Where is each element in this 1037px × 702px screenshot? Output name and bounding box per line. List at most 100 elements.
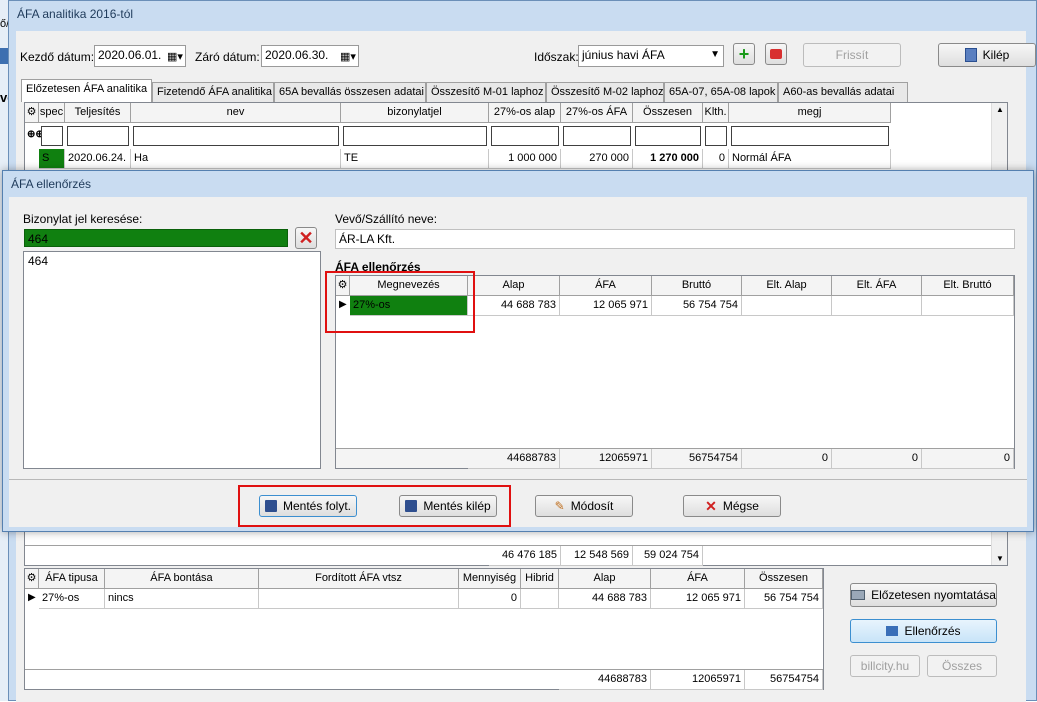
scroll-up-icon[interactable]: ▲: [996, 105, 1004, 114]
total-vat: 12065971: [651, 670, 745, 690]
close-icon: ✕: [298, 228, 314, 248]
total-gross: 56754754: [652, 449, 742, 469]
search-input[interactable]: 464: [24, 229, 288, 247]
billcity-button[interactable]: billcity.hu: [850, 655, 920, 677]
total-diff-vat: 0: [832, 449, 922, 469]
close-icon: ✕: [705, 498, 717, 514]
list-item[interactable]: 464: [28, 254, 48, 268]
cell-total: 1 270 000: [633, 149, 703, 169]
filter-note[interactable]: [731, 126, 889, 146]
col-header-total[interactable]: Összesen: [633, 103, 703, 123]
table-row[interactable]: ▶ 27%-os nincs 0 44 688 783 12 065 971 5…: [25, 589, 823, 609]
refresh-button[interactable]: Frissít: [803, 43, 901, 67]
col-header-hybrid[interactable]: Hibrid: [521, 569, 559, 589]
scroll-down-icon[interactable]: ▼: [996, 554, 1004, 563]
calendar-icon[interactable]: ▦▾: [340, 48, 356, 64]
filter-date[interactable]: [67, 126, 129, 146]
grid-corner-icon[interactable]: ⚙: [25, 103, 39, 123]
tab-input-vat[interactable]: Előzetesen ÁFA analitika: [21, 79, 152, 102]
col-header-gross[interactable]: Bruttó: [652, 276, 742, 296]
end-date-field[interactable]: 2020.06.30. ▦▾: [261, 45, 359, 67]
modify-button[interactable]: ✎ Módosít: [535, 495, 633, 517]
tab-65a-totals[interactable]: 65A bevallás összesen adatai: [274, 82, 426, 102]
window-title: ÁFA analitika 2016-tól: [17, 7, 134, 21]
filter-name[interactable]: [133, 126, 339, 146]
all-button[interactable]: Összes: [927, 655, 997, 677]
check-button[interactable]: Ellenőrzés: [850, 619, 997, 643]
grid-totals-row: 44688783 12065971 56754754 0 0 0: [336, 448, 1014, 469]
dialog-title: ÁFA ellenőrzés: [11, 177, 92, 191]
remove-period-button[interactable]: [765, 43, 787, 65]
period-select[interactable]: június havi ÁFA ▼: [578, 45, 724, 67]
col-header-note[interactable]: megj: [729, 103, 891, 123]
partner-field[interactable]: ÁR-LA Kft.: [335, 229, 1015, 249]
col-header-quantity[interactable]: Mennyiség: [459, 569, 521, 589]
total-diff-base: 0: [742, 449, 832, 469]
col-header-vat[interactable]: ÁFA: [560, 276, 652, 296]
col-header-date[interactable]: Teljesítés: [65, 103, 131, 123]
cell-diff-gross: [922, 296, 1014, 316]
cancel-button[interactable]: ✕ Mégse: [683, 495, 781, 517]
table-row[interactable]: S 2020.06.24. Ha TE 1 000 000 270 000 1 …: [25, 149, 891, 169]
filter-total[interactable]: [635, 126, 701, 146]
table-icon: [886, 626, 899, 636]
tab-m01[interactable]: Összesítő M-01 laphoz: [426, 82, 546, 102]
col-header-klth[interactable]: Klth.: [703, 103, 729, 123]
col-header-vat[interactable]: 27%-os ÁFA: [561, 103, 633, 123]
cell-klth: 0: [703, 149, 729, 169]
total-base: 44688783: [468, 449, 560, 469]
col-header-total[interactable]: Összesen: [745, 569, 823, 589]
col-header-vat[interactable]: ÁFA: [651, 569, 745, 589]
tab-output-vat[interactable]: Fizetendő ÁFA analitika: [152, 82, 274, 102]
clear-search-button[interactable]: ✕: [295, 227, 317, 249]
grid-corner-icon[interactable]: ⚙: [25, 569, 39, 589]
chevron-down-icon[interactable]: ▼: [710, 46, 720, 64]
tab-65a07[interactable]: 65A-07, 65A-08 lapok: [664, 82, 778, 102]
print-label: Előzetesen nyomtatása: [871, 588, 996, 602]
add-period-button[interactable]: +: [733, 43, 755, 65]
tab-a60[interactable]: A60-as bevallás adatai: [778, 82, 908, 102]
period-label: Időszak:: [534, 50, 579, 64]
search-results-list[interactable]: 464: [23, 251, 321, 469]
col-header-base[interactable]: 27%-os alap: [489, 103, 561, 123]
col-header-diff-vat[interactable]: Elt. ÁFA: [832, 276, 922, 296]
dialog-client: Bizonylat jel keresése: 464 ✕ 464 Vevő/S…: [9, 197, 1027, 527]
partner-label: Vevő/Szállító neve:: [335, 212, 438, 226]
col-header-base[interactable]: Alap: [468, 276, 560, 296]
col-header-doc[interactable]: bizonylatjel: [341, 103, 489, 123]
col-header-name[interactable]: nev: [131, 103, 341, 123]
col-header-base[interactable]: Alap: [559, 569, 651, 589]
cell-spec: S: [39, 149, 65, 169]
cell-quantity: 0: [459, 589, 521, 609]
cell-base: 44 688 783: [468, 296, 560, 316]
cell-name: Ha: [131, 149, 341, 169]
grid-totals-row: 44688783 12065971 56754754: [25, 669, 823, 690]
tab-m02[interactable]: Összesítő M-02 laphoz: [546, 82, 664, 102]
start-date-value: 2020.06.01.: [98, 48, 162, 62]
filter-doc[interactable]: [343, 126, 487, 146]
cell-vat-type: 27%-os: [39, 589, 105, 609]
check-label: Ellenőrzés: [904, 624, 961, 638]
cell-diff-vat: [832, 296, 922, 316]
filter-base[interactable]: [491, 126, 559, 146]
col-header-vat-split[interactable]: ÁFA bontása: [105, 569, 259, 589]
col-header-reverse-vat[interactable]: Fordított ÁFA vtsz: [259, 569, 459, 589]
start-date-label: Kezdő dátum:: [20, 50, 95, 64]
filter-spec[interactable]: [41, 126, 63, 146]
edit-icon: ✎: [554, 499, 565, 513]
col-header-diff-base[interactable]: Elt. Alap: [742, 276, 832, 296]
filter-vat[interactable]: [563, 126, 631, 146]
col-header-spec[interactable]: spec: [39, 103, 65, 123]
total-vat: 12065971: [560, 449, 652, 469]
start-date-field[interactable]: 2020.06.01. ▦▾: [94, 45, 186, 67]
modify-label: Módosít: [570, 499, 614, 513]
col-header-diff-gross[interactable]: Elt. Bruttó: [922, 276, 1014, 296]
cell-date: 2020.06.24.: [65, 149, 131, 169]
print-input-vat-button[interactable]: Előzetesen nyomtatása: [850, 583, 997, 607]
filter-klth[interactable]: [705, 126, 727, 146]
total-diff-gross: 0: [922, 449, 1014, 469]
calendar-icon[interactable]: ▦▾: [167, 48, 183, 64]
end-date-label: Záró dátum:: [195, 50, 260, 64]
exit-button[interactable]: Kilép: [938, 43, 1036, 67]
col-header-vat-type[interactable]: ÁFA tipusa: [39, 569, 105, 589]
